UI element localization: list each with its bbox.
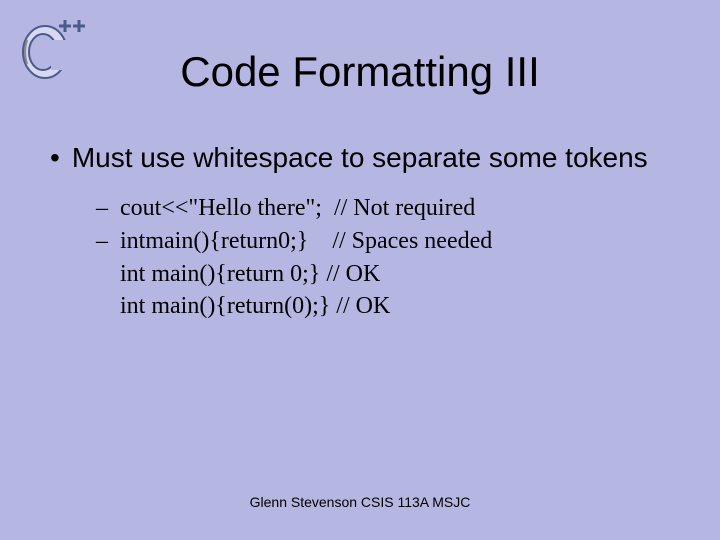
code-line: int main(){return 0;} // OK <box>120 259 670 290</box>
sub-item: – cout<<"Hello there"; // Not required <box>96 193 670 224</box>
code-line: int main(){return(0);} // OK <box>120 291 670 322</box>
footer-text: Glenn Stevenson CSIS 113A MSJC <box>0 494 720 510</box>
sublist: – cout<<"Hello there"; // Not required –… <box>96 193 670 322</box>
dash-icon: – <box>96 226 110 257</box>
slide-content: • Must use whitespace to separate some t… <box>50 140 670 322</box>
dash-icon: – <box>96 193 110 224</box>
bullet-item: • Must use whitespace to separate some t… <box>50 140 670 175</box>
code-line: cout<<"Hello there"; // Not required <box>120 193 475 224</box>
code-line: intmain(){return0;} // Spaces needed <box>120 226 492 257</box>
sub-item: – intmain(){return0;} // Spaces needed <box>96 226 670 257</box>
bullet-text: Must use whitespace to separate some tok… <box>72 140 648 175</box>
bullet-dot: • <box>50 140 60 175</box>
slide-title: Code Formatting III <box>0 48 720 96</box>
